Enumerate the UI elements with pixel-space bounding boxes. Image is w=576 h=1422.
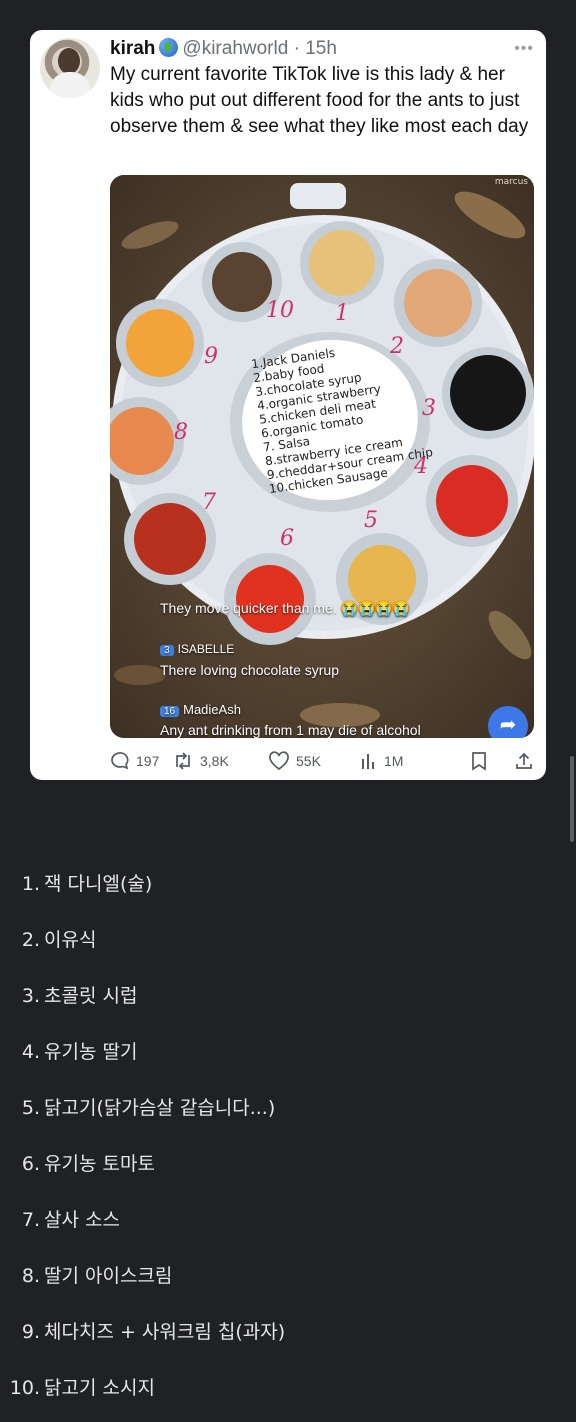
plate-number: 1: [335, 301, 349, 326]
bookmark-button[interactable]: [470, 748, 494, 774]
avatar[interactable]: [40, 38, 100, 98]
tweet-actions: 197 3,8K 55K 1M: [110, 748, 534, 774]
list-item: 1. 잭 다니엘(술): [21, 873, 153, 895]
tweet-card[interactable]: kirah @kirahworld · 15h ••• My current fa…: [30, 30, 546, 780]
globe-emoji-icon: [159, 38, 179, 57]
views-chart-icon: [362, 754, 374, 769]
plate-number: 7: [202, 490, 216, 515]
list-item: 8. 딸기 아이스크림: [21, 1265, 173, 1287]
list-item: 4. 유기농 딸기: [21, 1041, 138, 1063]
heart-icon: [269, 751, 289, 771]
plate-number: 9: [204, 344, 218, 369]
share-arrow-icon[interactable]: ➦: [488, 706, 528, 738]
views-button[interactable]: 1M: [360, 748, 403, 774]
list-item: 10. 닭고기 소시지: [9, 1377, 155, 1399]
tweet-header: kirah @kirahworld · 15h •••: [110, 36, 534, 62]
author-name[interactable]: kirah: [110, 38, 155, 59]
list-item: 5. 닭고기(닭가슴살 같습니다...): [21, 1097, 276, 1119]
scrollbar[interactable]: [570, 756, 574, 842]
live-comment: Any ant drinking from 1 may die of alcoh…: [160, 722, 421, 738]
reply-button[interactable]: 197: [110, 748, 159, 774]
more-options-icon[interactable]: •••: [514, 36, 534, 62]
plate-number: 6: [280, 526, 294, 551]
retweet-button[interactable]: 3,8K: [172, 748, 229, 774]
live-comment-user: 16 MadieAsh: [160, 702, 241, 717]
list-item: 7. 살사 소스: [21, 1209, 120, 1231]
list-item: 9. 체다치즈 + 사워크림 칩(과자): [21, 1321, 286, 1343]
separator: ·: [288, 38, 306, 59]
like-button[interactable]: 55K: [268, 748, 321, 774]
timestamp[interactable]: 15h: [305, 38, 337, 59]
plate-number: 10: [266, 298, 294, 323]
watermark: marcus: [494, 177, 528, 187]
bookmark-icon: [472, 752, 486, 771]
level-badge: 3: [160, 645, 174, 656]
list-item: 2. 이유식: [21, 929, 97, 951]
plate-number: 3: [422, 396, 436, 421]
live-comment: They move quicker than me. 😭😭😭😭: [160, 600, 411, 616]
share-icon: [516, 752, 532, 769]
list-item: 6. 유기농 토마토: [21, 1153, 155, 1175]
tweet-text: My current favorite TikTok live is this …: [110, 64, 529, 137]
retweet-icon: [176, 752, 190, 770]
plate-number: 8: [174, 420, 188, 445]
level-badge: 16: [160, 706, 180, 717]
share-button[interactable]: [514, 748, 540, 774]
live-comment: There loving chocolate syrup: [160, 662, 339, 678]
plate-number: 2: [389, 334, 404, 359]
reply-icon: [111, 752, 129, 770]
author-handle[interactable]: @kirahworld: [182, 38, 288, 59]
tweet-media[interactable]: 1 2 3 4 5 6 7 8 9 10 1.Jack Daniels 2.ba…: [110, 175, 534, 738]
plate-number: 5: [364, 508, 378, 533]
live-comment-user: 3 ISABELLE: [160, 642, 234, 656]
list-item: 3. 초콜릿 시럽: [21, 985, 138, 1007]
